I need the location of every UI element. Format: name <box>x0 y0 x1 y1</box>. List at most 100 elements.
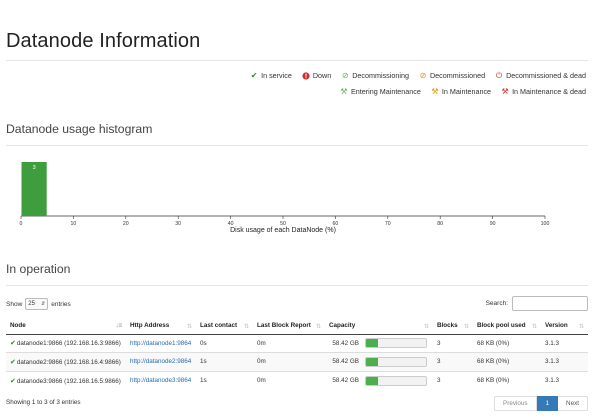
capacity-bar-fill <box>366 357 378 366</box>
node-name: datanode1:9866 (192.168.16.3:9866) <box>16 340 121 348</box>
capacity-cell: 58.42 GB <box>325 352 433 371</box>
sort-icon: ⇅ <box>531 324 537 330</box>
capacity-value: 58.42 GB <box>332 339 359 347</box>
page-1-button[interactable]: 1 <box>536 396 559 411</box>
x-tick-label: 0 <box>20 221 23 227</box>
version-cell: 3.1.3 <box>541 333 588 353</box>
block-pool-used-cell: 68 KB (0%) <box>473 333 541 353</box>
x-tick-label: 100 <box>541 221 550 227</box>
legend-label: Decommissioning <box>352 71 409 80</box>
divider <box>6 60 588 61</box>
legend-label: In service <box>261 71 292 80</box>
histogram-title: Datanode usage histogram <box>6 122 153 136</box>
legend-item: Down <box>302 71 331 80</box>
last-block-report-cell: 0m <box>253 352 325 371</box>
search-input[interactable] <box>512 296 588 311</box>
power-icon: ⏻ <box>495 70 503 80</box>
x-tick-label: 20 <box>123 221 129 227</box>
pagination: Previous 1 Next <box>494 396 588 411</box>
capacity-bar-fill <box>366 339 378 348</box>
http-address-link[interactable]: http://datanode1:9864 <box>130 340 191 347</box>
sort-icon: ↓≡ <box>115 323 122 329</box>
x-tick-label: 10 <box>71 221 77 227</box>
usage-histogram-chart: 30 10 20 30 40 50 60 70 80 90 100Disk usage of eac… <box>20 162 550 234</box>
node-name: datanode3:9866 (192.168.16.5:9866) <box>16 377 121 385</box>
legend-label: Decommissioned & dead <box>506 71 586 80</box>
check-icon: ✔ <box>250 70 258 80</box>
column-header-label: Http Address <box>130 322 170 330</box>
check-icon: ✔ <box>10 377 16 385</box>
table-row: ✔datanode3:9866 (192.168.16.5:9866) http:… <box>6 370 588 390</box>
table-row: ✔datanode1:9866 (192.168.16.3:9866) http:… <box>6 333 588 353</box>
block-pool-used-cell: 68 KB (0%) <box>473 370 541 390</box>
legend-item: ⊘ Decommissioning <box>341 71 409 80</box>
legend-item: ⚒ Entering Maintenance <box>340 87 421 96</box>
page-size-value: 25 <box>28 301 35 307</box>
node-cell: ✔datanode2:9866 (192.168.16.4:9866) <box>6 352 126 371</box>
column-header-version[interactable]: Version ⇅ <box>541 318 588 335</box>
page-size-control: Show 25 ⇵ entries <box>6 298 71 310</box>
search-label: Search: <box>485 300 508 307</box>
wrench-icon: ⚒ <box>501 86 509 96</box>
sort-icon: ⇅ <box>186 324 192 330</box>
legend-label: In Maintenance & dead <box>512 87 586 96</box>
last-contact-cell: 1s <box>196 352 253 371</box>
divider <box>6 145 588 146</box>
legend-label: In Maintenance <box>441 87 492 96</box>
http-cell: http://datanode1:9864 <box>126 333 196 353</box>
node-cell: ✔datanode3:9866 (192.168.16.5:9866) <box>6 370 126 390</box>
column-header-http-address[interactable]: Http Address ⇅ <box>126 318 196 335</box>
legend-label: Down <box>312 71 332 80</box>
column-header-last-contact[interactable]: Last contact ⇅ <box>196 318 253 335</box>
node-cell: ✔datanode1:9866 (192.168.16.3:9866) <box>6 333 126 353</box>
wrench-icon: ⚒ <box>340 86 348 96</box>
sort-icon: ⇅ <box>578 324 584 330</box>
decommissioned-icon: ⊘ <box>419 70 427 80</box>
capacity-bar <box>365 338 427 349</box>
block-pool-used-cell: 68 KB (0%) <box>473 352 541 371</box>
http-address-link[interactable]: http://datanode3:9864 <box>130 377 191 384</box>
table-header-row: Node ↓≡ Http Address ⇅ Last contact ⇅ Last Blo… <box>6 318 588 335</box>
http-cell: http://datanode2:9864 <box>126 352 196 371</box>
column-header-label: Capacity <box>329 322 356 330</box>
x-tick-label: 70 <box>385 221 391 227</box>
sort-icon: ⇅ <box>423 324 429 330</box>
column-header-label: Blocks <box>437 322 458 330</box>
select-arrows-icon: ⇵ <box>41 301 46 307</box>
column-header-capacity[interactable]: Capacity ⇅ <box>325 318 433 335</box>
capacity-cell: 58.42 GB <box>325 333 433 353</box>
blocks-cell: 3 <box>433 370 473 390</box>
check-icon: ✔ <box>10 340 16 348</box>
decommissioning-icon: ⊘ <box>341 70 349 80</box>
show-label: Show <box>6 300 23 308</box>
capacity-bar-fill <box>366 376 378 385</box>
previous-button[interactable]: Previous <box>494 396 537 411</box>
page-title: Datanode Information <box>6 30 201 52</box>
blocks-cell: 3 <box>433 352 473 371</box>
operation-title: In operation <box>6 262 71 276</box>
column-header-block-pool-used[interactable]: Block pool used ⇅ <box>473 318 541 335</box>
table-body: ✔datanode1:9866 (192.168.16.3:9866) http:… <box>6 333 588 390</box>
column-header-node[interactable]: Node ↓≡ <box>6 318 126 335</box>
x-tick-label: 80 <box>437 221 443 227</box>
divider <box>6 285 588 286</box>
http-address-link[interactable]: http://datanode2:9864 <box>130 358 191 365</box>
version-cell: 3.1.3 <box>541 352 588 371</box>
next-button[interactable]: Next <box>558 396 588 411</box>
sort-icon: ⇅ <box>463 324 469 330</box>
x-tick-label: 90 <box>490 221 496 227</box>
legend-row-2: ⚒ Entering Maintenance ⚒ In Maintenance ⚒ In … <box>340 87 586 96</box>
x-tick-label: 30 <box>175 221 181 227</box>
capacity-bar <box>365 375 427 386</box>
page-size-select[interactable]: 25 ⇵ <box>25 298 49 310</box>
http-cell: http://datanode3:9864 <box>126 370 196 390</box>
capacity-bar <box>365 356 427 367</box>
legend-item: ⊘ Decommissioned <box>419 71 485 80</box>
column-header-label: Last Block Report <box>257 322 311 330</box>
last-block-report-cell: 0m <box>253 370 325 390</box>
column-header-label: Last contact <box>200 322 238 330</box>
column-header-last-block-report[interactable]: Last Block Report ⇅ <box>253 318 325 335</box>
capacity-cell: 58.42 GB <box>325 370 433 390</box>
blocks-cell: 3 <box>433 333 473 353</box>
column-header-blocks[interactable]: Blocks ⇅ <box>433 318 473 335</box>
